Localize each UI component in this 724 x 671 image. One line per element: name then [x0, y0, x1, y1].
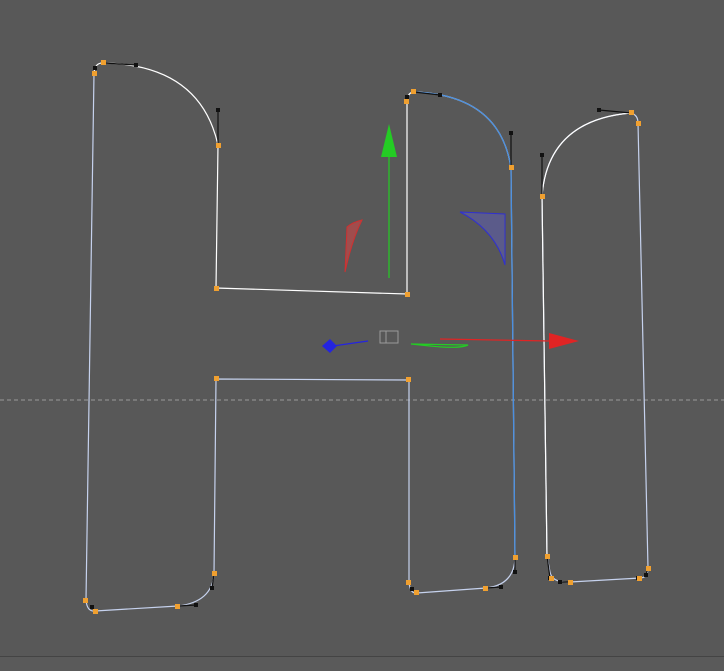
- handle-end[interactable]: [93, 66, 97, 70]
- handle-end[interactable]: [644, 573, 648, 577]
- handle-end[interactable]: [509, 131, 513, 135]
- spline-point[interactable]: [92, 71, 97, 76]
- spline-second-h-top[interactable]: [541, 112, 632, 197]
- spline-point[interactable]: [411, 89, 416, 94]
- spline-second-h-left[interactable]: [541, 195, 548, 557]
- handle-end[interactable]: [134, 63, 138, 67]
- object-axis-icon[interactable]: [379, 330, 399, 344]
- handle-end[interactable]: [90, 605, 94, 609]
- handle-end[interactable]: [194, 603, 198, 607]
- handle-end[interactable]: [216, 108, 220, 112]
- handle-end[interactable]: [410, 587, 414, 591]
- viewport-bottom-strip: [0, 656, 724, 671]
- spline-point[interactable]: [214, 286, 219, 291]
- spline-point[interactable]: [509, 165, 514, 170]
- handle-end[interactable]: [438, 93, 442, 97]
- spline-first-h-path[interactable]: [85, 72, 516, 612]
- tangent-handle[interactable]: [598, 109, 632, 114]
- spline-point[interactable]: [101, 60, 106, 65]
- xy-plane-handle-icon[interactable]: [344, 219, 363, 273]
- spline-point[interactable]: [637, 576, 642, 581]
- tangent-handle[interactable]: [103, 62, 137, 66]
- handle-end[interactable]: [540, 153, 544, 157]
- spline-point[interactable]: [545, 554, 550, 559]
- handle-end[interactable]: [499, 585, 503, 589]
- handle-end[interactable]: [210, 586, 214, 590]
- spline-point[interactable]: [414, 590, 419, 595]
- handle-end[interactable]: [405, 95, 409, 99]
- transform-gizmo[interactable]: [322, 124, 579, 353]
- spline-point[interactable]: [83, 598, 88, 603]
- z-axis-line[interactable]: [332, 340, 369, 347]
- z-axis-handle-icon[interactable]: [322, 339, 337, 353]
- yz-plane-handle-icon[interactable]: [459, 211, 506, 266]
- xz-plane-handle-icon[interactable]: [410, 343, 469, 348]
- spline-point[interactable]: [175, 604, 180, 609]
- spline-point[interactable]: [568, 580, 573, 585]
- spline-first-h-path-top[interactable]: [93, 62, 512, 295]
- handle-end[interactable]: [558, 580, 562, 584]
- spline-point[interactable]: [629, 110, 634, 115]
- spline-point[interactable]: [636, 121, 641, 126]
- x-axis-line[interactable]: [439, 338, 551, 342]
- spline-point[interactable]: [549, 576, 554, 581]
- y-axis-arrow-icon[interactable]: [381, 124, 397, 157]
- spline-point[interactable]: [540, 194, 545, 199]
- spline-point[interactable]: [212, 571, 217, 576]
- x-axis-arrow-icon[interactable]: [549, 333, 579, 349]
- spline-point[interactable]: [93, 609, 98, 614]
- spline-point[interactable]: [405, 292, 410, 297]
- spline-point[interactable]: [404, 99, 409, 104]
- spline-first-h[interactable]: [83, 60, 518, 614]
- spline-second-h-path[interactable]: [541, 112, 649, 583]
- handle-end[interactable]: [597, 108, 601, 112]
- spline-point[interactable]: [406, 580, 411, 585]
- spline-first-h-selected-arc[interactable]: [413, 91, 516, 559]
- handle-end[interactable]: [513, 570, 517, 574]
- spline-point[interactable]: [646, 566, 651, 571]
- spline-point[interactable]: [406, 377, 411, 382]
- viewport-3d[interactable]: [0, 0, 724, 671]
- spline-point[interactable]: [214, 376, 219, 381]
- spline-point[interactable]: [513, 555, 518, 560]
- spline-canvas[interactable]: [0, 0, 724, 670]
- spline-point[interactable]: [216, 143, 221, 148]
- spline-point[interactable]: [483, 586, 488, 591]
